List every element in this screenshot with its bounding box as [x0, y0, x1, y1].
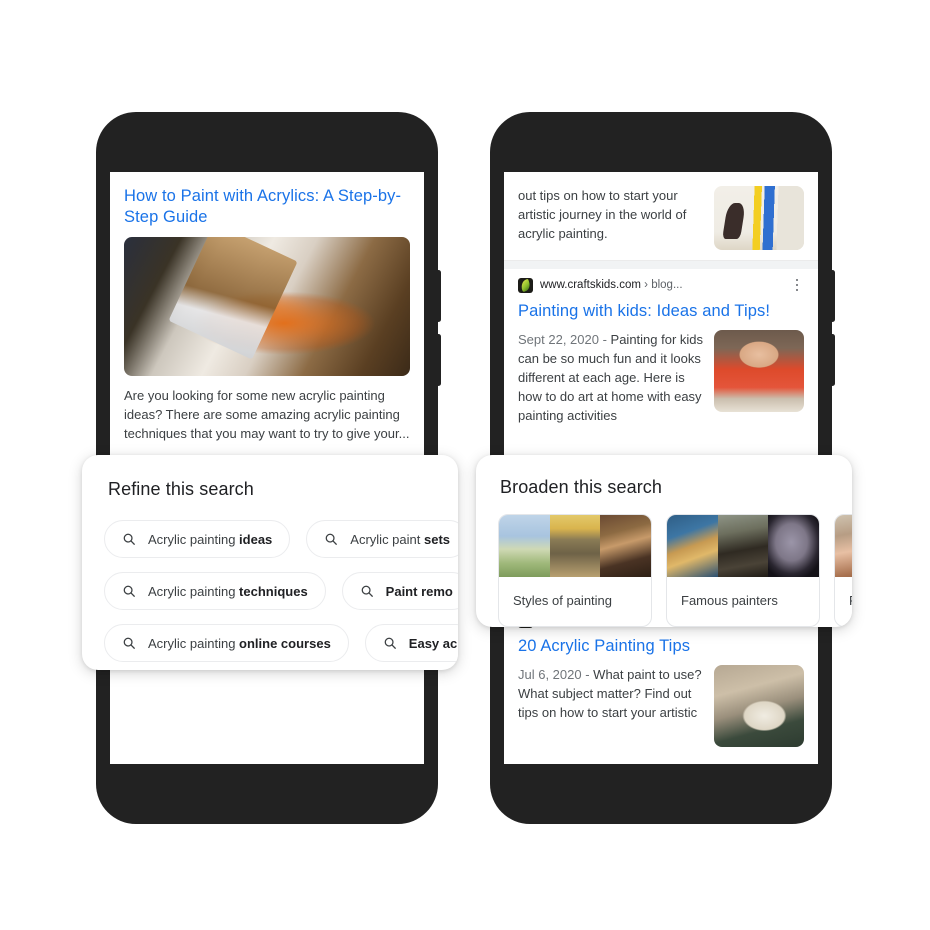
chip-row: Acrylic painting techniques Paint remo [104, 572, 458, 610]
refine-chip[interactable]: Acrylic painting ideas [104, 520, 291, 558]
search-icon [384, 637, 396, 649]
broaden-this-search-panel: Broaden this search Styles of painting F… [476, 455, 852, 627]
search-result-item[interactable]: How to Paint with Acrylics: A Step-by-St… [110, 172, 424, 443]
search-icon [325, 533, 338, 545]
refine-chips: Acrylic painting ideas Acrylic paint set… [82, 500, 458, 662]
refine-this-search-panel: Refine this search Acrylic painting idea… [82, 455, 458, 670]
card-caption: Famous painters [681, 593, 778, 608]
broaden-card[interactable]: Famous painters [666, 514, 820, 627]
result-url-path: › blog... [644, 279, 683, 291]
card-caption: Styles of painting [513, 593, 613, 608]
result-date: Jul 6, 2020 [518, 667, 582, 682]
result-snippet-block: Sept 22, 2020 - Painting for kids can be… [518, 330, 704, 425]
refine-chip[interactable]: Acrylic painting techniques [104, 572, 326, 610]
volume-up-button-left[interactable] [436, 270, 441, 322]
search-icon [123, 533, 135, 545]
result-url: www.craftskids.com › blog... [540, 279, 683, 291]
volume-up-button-right[interactable] [830, 270, 835, 322]
chip-label: Easy ac [408, 635, 458, 651]
thumb-van-gogh-self-portrait [667, 515, 718, 577]
card-thumbnail-strip [835, 515, 852, 577]
refine-chip[interactable]: Paint remo [341, 572, 458, 610]
result-snippet: out tips on how to start your artistic j… [518, 188, 687, 241]
leaf-favicon-icon [518, 277, 533, 293]
thumb-dali-persistence-of-memory [549, 515, 601, 577]
result-date-separator: - [598, 332, 611, 347]
card-thumbnail-strip [499, 515, 651, 577]
kebab-menu-icon[interactable] [790, 277, 804, 293]
thumb-face-paint-child [835, 515, 852, 577]
broaden-cards: Styles of painting Famous painters Pai [476, 498, 852, 627]
chip-label: Acrylic painting techniques [148, 583, 308, 599]
result-title[interactable]: How to Paint with Acrylics: A Step-by-St… [124, 186, 410, 228]
chip-label: Acrylic painting ideas [148, 531, 273, 547]
thumb-picasso-portrait [768, 515, 819, 577]
card-thumbnail-strip [667, 515, 819, 577]
result-date-separator: - [581, 667, 594, 682]
result-title[interactable]: 20 Acrylic Painting Tips [518, 636, 804, 657]
chip-row: Acrylic painting online courses Easy ac [104, 624, 458, 662]
volume-down-button-right[interactable] [830, 334, 835, 386]
thumb-cezanne-portrait [717, 515, 769, 577]
chip-row: Acrylic painting ideas Acrylic paint set… [104, 520, 458, 558]
refine-chip[interactable]: Acrylic painting online courses [104, 624, 349, 662]
result-thumbnail [714, 665, 804, 747]
result-thumbnail [714, 186, 804, 250]
refine-chip[interactable]: Acrylic paint sets [306, 520, 458, 558]
broaden-card[interactable]: Styles of painting [498, 514, 652, 627]
search-result-item[interactable]: out tips on how to start your artistic j… [504, 172, 818, 260]
result-thumbnail [714, 330, 804, 412]
volume-down-button-left[interactable] [436, 334, 441, 386]
result-title[interactable]: Painting with kids: Ideas and Tips! [518, 301, 804, 322]
search-result-item[interactable]: www.craftskids.com › blog... Painting wi… [504, 269, 818, 435]
thumb-mona-lisa [600, 515, 651, 577]
broaden-card[interactable]: Pai [834, 514, 852, 627]
chip-label: Acrylic paint sets [350, 531, 451, 547]
refine-panel-title: Refine this search [108, 479, 254, 499]
result-snippet: Are you looking for some new acrylic pai… [124, 388, 410, 441]
chip-label: Paint remo [385, 583, 453, 599]
card-caption: Pai [835, 577, 852, 626]
search-icon [123, 585, 135, 597]
result-date: Sept 22, 2020 [518, 332, 599, 347]
search-icon [123, 637, 135, 649]
result-source-row: www.craftskids.com › blog... [518, 269, 804, 295]
refine-chip[interactable]: Easy ac [364, 624, 458, 662]
broaden-panel-title: Broaden this search [500, 477, 662, 497]
result-divider [504, 260, 818, 269]
search-icon [361, 585, 373, 597]
chip-label: Acrylic painting online courses [148, 635, 331, 651]
result-hero-image [124, 237, 410, 376]
result-url-domain: www.craftskids.com [540, 279, 641, 291]
result-snippet-block: Jul 6, 2020 - What paint to use? What su… [518, 665, 704, 722]
thumb-monet-woman-parasol [499, 515, 550, 577]
